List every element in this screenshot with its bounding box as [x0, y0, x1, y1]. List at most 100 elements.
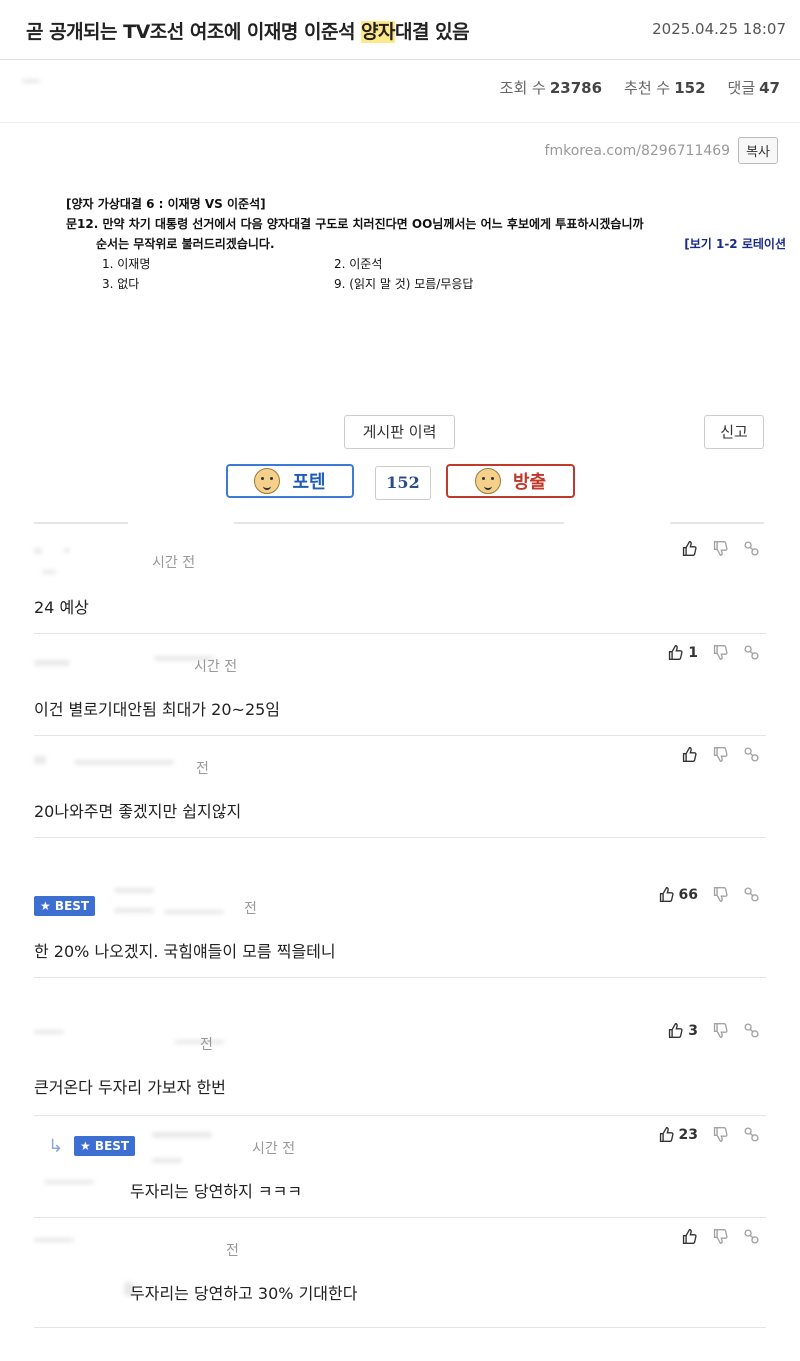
comment-actions: 23	[658, 1126, 760, 1143]
survey-order-row: 순서는 무작위로 불러드리겠습니다. [보기 1-2 로테이션	[66, 234, 786, 254]
link-icon	[743, 644, 760, 661]
survey-order-note: 순서는 무작위로 불러드리겠습니다.	[96, 237, 275, 251]
author-blurred	[34, 548, 42, 554]
author-blurred	[34, 1238, 74, 1242]
views-stat: 조회 수 23786	[500, 77, 602, 98]
report-button[interactable]: 신고	[704, 415, 764, 449]
author-blurred	[114, 888, 154, 893]
link-button[interactable]	[743, 886, 760, 903]
url-row: fmkorea.com/8296711469 복사	[545, 137, 778, 164]
reply-arrow-icon: ↳	[48, 1136, 64, 1157]
like-button[interactable]	[681, 1228, 698, 1245]
board-history-button[interactable]: 게시판 이력	[344, 415, 455, 449]
downvote-button[interactable]: 방출	[446, 464, 575, 498]
like-button[interactable]: 23	[658, 1126, 698, 1143]
views-label: 조회 수	[499, 79, 546, 97]
like-count: 23	[678, 1126, 698, 1143]
copy-url-button[interactable]: 복사	[738, 137, 778, 164]
comment-text: 큰거온다 두자리 가보자 한번	[34, 1078, 226, 1097]
author-blurred	[174, 1040, 224, 1044]
link-icon	[743, 540, 760, 557]
like-button[interactable]: 1	[667, 644, 698, 661]
survey-option: 9. (읽지 말 것) 모름/무응답	[334, 277, 474, 291]
link-icon	[743, 1126, 760, 1143]
survey-question: 문12. 만약 차기 대통령 선거에서 다음 양자대결 구도로 치러진다면 OO…	[66, 217, 644, 231]
comment-actions	[681, 1228, 760, 1245]
post-stats: 조회 수 23786 추천 수 152 댓글 47	[500, 77, 780, 98]
face-icon	[254, 468, 281, 494]
like-count: 66	[678, 886, 698, 903]
link-button[interactable]	[743, 1228, 760, 1245]
thumbs-up-icon	[681, 540, 698, 557]
comment-time: 전	[226, 1243, 239, 1259]
survey-option: 2. 이준석	[334, 257, 383, 271]
link-button[interactable]	[743, 540, 760, 557]
downvote-label: 방출	[512, 472, 547, 493]
survey-options: 1. 이재명 2. 이준석 3. 없다 9. (읽지 말 것) 모름/무응답	[66, 254, 786, 294]
thumbs-down-icon	[712, 746, 729, 763]
reply-comment: ↳ ★ BEST 시간 전두자리는 당연하지 ㅋㅋㅋ 23	[34, 1116, 766, 1218]
like-button[interactable]	[681, 746, 698, 763]
comment-text: 두자리는 당연하지 ㅋㅋㅋ	[130, 1182, 303, 1201]
link-icon	[743, 886, 760, 903]
link-button[interactable]	[743, 1126, 760, 1143]
post-url[interactable]: fmkorea.com/8296711469	[545, 143, 731, 159]
like-button[interactable]	[681, 540, 698, 557]
dislike-button[interactable]	[712, 1022, 729, 1039]
link-button[interactable]	[743, 1022, 760, 1039]
views-count: 23786	[549, 79, 603, 97]
dislike-button[interactable]	[712, 1126, 729, 1143]
comment-item: 시간 전 이건 별로기대안됨 최대가 20~25임 1	[34, 634, 766, 736]
title-text-end: 대결 있음	[395, 21, 470, 43]
post-meta: 조회 수 23786 추천 수 152 댓글 47	[0, 61, 800, 123]
author-blurred	[34, 756, 46, 764]
comment-item: 전 큰거온다 두자리 가보자 한번 3	[34, 1012, 766, 1116]
dislike-button[interactable]	[712, 886, 729, 903]
thumbs-up-icon	[667, 644, 684, 661]
dislike-button[interactable]	[712, 644, 729, 661]
comment-item: 시간 전 24 예상	[34, 530, 766, 634]
best-badge: ★ BEST	[34, 896, 96, 916]
upvote-label: 포텐	[292, 472, 326, 493]
dislike-button[interactable]	[712, 1228, 729, 1245]
thumbs-up-icon	[658, 886, 675, 903]
link-button[interactable]	[743, 746, 760, 763]
face-icon	[474, 468, 501, 494]
survey-heading: [양자 가상대결 6 : 이재명 VS 이준석]	[66, 197, 266, 211]
comment-actions: 1	[667, 644, 760, 661]
upvote-button[interactable]: 포텐	[226, 464, 354, 498]
vote-count: 152	[375, 466, 431, 500]
post-header: 곧 공개되는 TV조선 여조에 이재명 이준석 양자대결 있음 2025.04.…	[0, 0, 800, 60]
author-blurred	[164, 910, 224, 914]
divider	[34, 522, 128, 524]
comment-time: 시간 전	[152, 555, 196, 571]
comment-text: 두자리는 당연하고 30% 기대한다	[130, 1284, 358, 1303]
author-blurred	[34, 660, 70, 666]
title-highlight: 양자	[361, 21, 396, 43]
comment-time: 시간 전	[252, 1141, 296, 1157]
thumbs-down-icon	[712, 1228, 729, 1245]
author-blurred	[152, 1158, 182, 1163]
like-button[interactable]: 3	[667, 1022, 698, 1039]
comment-item: 전두자리는 당연하고 30% 기대한다	[34, 1218, 766, 1328]
comment-item: 전 20나와주면 좋겠지만 쉽지않지	[34, 736, 766, 838]
link-icon	[743, 1022, 760, 1039]
like-count: 3	[688, 1022, 698, 1039]
author-blurred	[42, 570, 56, 574]
dislike-button[interactable]	[712, 540, 729, 557]
dislike-button[interactable]	[712, 746, 729, 763]
thumbs-up-icon	[667, 1022, 684, 1039]
thumbs-down-icon	[712, 644, 729, 661]
author-blurred	[22, 79, 40, 83]
like-button[interactable]: 66	[658, 886, 698, 903]
post-title: 곧 공개되는 TV조선 여조에 이재명 이준석 양자대결 있음	[26, 17, 470, 44]
best-badge: ★ BEST	[74, 1136, 136, 1156]
divider	[670, 522, 764, 524]
recommend-stat: 추천 수 152	[624, 77, 705, 98]
survey-rotation-note: [보기 1-2 로테이션	[684, 237, 786, 251]
comment-actions	[681, 746, 760, 763]
author-blurred	[64, 548, 70, 553]
like-count: 1	[688, 644, 698, 661]
post-date: 2025.04.25 18:07	[652, 20, 786, 38]
link-button[interactable]	[743, 644, 760, 661]
